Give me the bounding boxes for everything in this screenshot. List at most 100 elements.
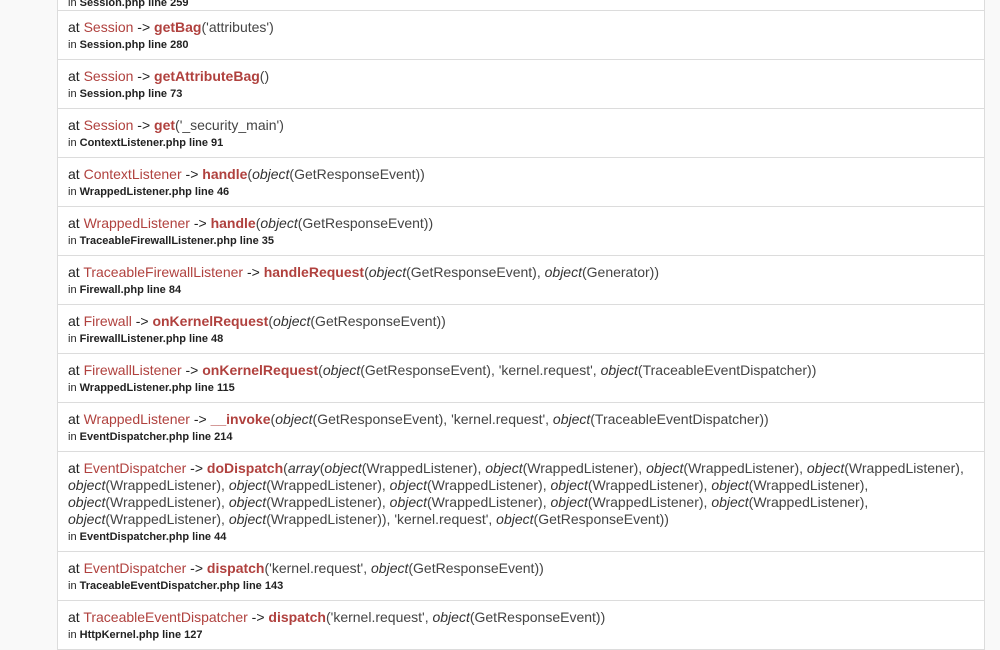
trace-frame-call: at EventDispatcher -> doDispatch(array(o… <box>68 460 974 528</box>
trace-frame-location: in EventDispatcher.php line 214 <box>68 430 974 444</box>
trace-file-line: Firewall.php line 84 <box>79 284 182 296</box>
trace-paren: ) <box>664 511 669 527</box>
trace-frame: at WrappedListener -> handle(object(GetR… <box>57 207 985 256</box>
trace-separator: , <box>221 494 229 510</box>
trace-arg-class: (WrappedListener) <box>427 477 543 493</box>
trace-at-label: at <box>68 215 84 231</box>
trace-arg-type: object <box>711 477 749 493</box>
trace-arg-type: object <box>368 264 407 280</box>
trace-at-label: at <box>68 411 84 427</box>
trace-arg-class: (WrappedListener) <box>683 460 800 476</box>
trace-arg-type: object <box>228 494 267 510</box>
trace-frame-location: in FirewallListener.php line 48 <box>68 332 974 346</box>
trace-in-label: in <box>68 284 80 296</box>
trace-class-name: Firewall <box>83 313 132 329</box>
trace-arg-type: object <box>389 477 428 493</box>
trace-separator: , <box>488 511 497 527</box>
trace-frame: at TraceableEventDispatcher -> dispatch (… <box>57 601 985 650</box>
trace-class-name: Session <box>83 68 134 84</box>
trace-file-line: WrappedListener.php line 115 <box>79 382 235 394</box>
trace-separator: , <box>381 477 390 493</box>
trace-arg-type: object <box>432 609 470 625</box>
trace-frame: at EventDispatcher -> dispatch('kernel.r… <box>57 552 985 601</box>
trace-arg-type: object <box>252 166 290 182</box>
trace-arrow: -> <box>133 19 155 35</box>
trace-arg-class: (WrappedListener) <box>266 494 382 510</box>
trace-frame-call: at TraceableFirewallListener -> handleRe… <box>68 264 974 281</box>
trace-frame-location: in Session.php line 259 <box>68 0 974 10</box>
trace-at-label: at <box>68 460 84 476</box>
trace-frame-call: at Session -> get('_security_main') <box>68 117 974 134</box>
trace-arg-class: (GetResponseEvent) <box>297 215 429 231</box>
trace-arrow: -> <box>186 560 207 576</box>
trace-frame: at Session -> getAttributeBag() in Sessio… <box>57 60 985 109</box>
trace-class-name: EventDispatcher <box>83 460 187 476</box>
trace-in-label: in <box>68 39 80 51</box>
trace-separator: , <box>959 460 964 476</box>
trace-at-label: at <box>68 117 84 133</box>
trace-arg-type: object <box>273 313 311 329</box>
trace-arg-type: object <box>544 264 582 280</box>
trace-separator: , <box>490 362 499 378</box>
trace-arg-class: (WrappedListener) <box>266 477 382 493</box>
trace-arg-class: (WrappedListener) <box>522 460 639 476</box>
trace-method-name: __invoke <box>210 411 271 427</box>
trace-separator: , <box>638 460 647 476</box>
trace-frame: at Firewall -> onKernelRequest(object(Ge… <box>57 305 985 354</box>
trace-frame-location: in TraceableFirewallListener.php line 35 <box>68 234 974 248</box>
trace-frame-location: in WrappedListener.php line 115 <box>68 381 974 395</box>
trace-arrow: -> <box>181 362 203 378</box>
trace-separator: , <box>443 411 452 427</box>
trace-class-name: FirewallListener <box>83 362 182 378</box>
trace-arg-class: (TraceableEventDispatcher) <box>590 411 765 427</box>
trace-paren: ) <box>269 19 274 35</box>
trace-arg-type: object <box>550 494 588 510</box>
trace-file-line: HttpKernel.php line 127 <box>79 629 203 641</box>
trace-separator: , <box>864 477 869 493</box>
trace-file-line: WrappedListener.php line 46 <box>79 186 230 198</box>
trace-frame: at WrappedListener -> __invoke(object(Ge… <box>57 403 985 452</box>
trace-paren: ) <box>811 362 817 378</box>
trace-at-label: at <box>68 166 84 182</box>
trace-arg-class: (GetResponseEvent) <box>312 411 444 427</box>
trace-file-line: Session.php line 280 <box>79 39 189 51</box>
trace-arg-class: (WrappedListener) <box>587 494 704 510</box>
trace-arg-literal: 'kernel.request' <box>394 511 489 527</box>
trace-frame-partial: in Session.php line 259 <box>57 0 985 11</box>
trace-arrow: -> <box>186 460 207 476</box>
trace-paren: ) <box>654 264 660 280</box>
trace-method-name: getAttributeBag <box>154 68 260 84</box>
trace-arg-literal: 'kernel.request' <box>269 560 364 576</box>
trace-arg-type: object <box>806 460 845 476</box>
trace-file-line: ContextListener.php line 91 <box>79 137 224 149</box>
trace-arrow: -> <box>131 313 153 329</box>
trace-method-name: onKernelRequest <box>202 362 319 378</box>
trace-separator: , <box>381 494 390 510</box>
trace-at-label: at <box>68 560 84 576</box>
trace-arg-type: object <box>600 362 638 378</box>
trace-frame-location: in WrappedListener.php line 46 <box>68 185 974 199</box>
trace-arrow: -> <box>247 609 269 625</box>
trace-arg-class: (GetResponseEvent) <box>408 560 540 576</box>
trace-frame-call: at TraceableEventDispatcher -> dispatch (… <box>68 609 974 626</box>
trace-arg-class: (GetResponseEvent) <box>406 264 537 280</box>
trace-arg-literal: 'attributes' <box>206 19 270 35</box>
trace-arg-type: object <box>68 494 106 510</box>
trace-arg-literal: '_security_main' <box>179 117 280 133</box>
trace-file-line: FirewallListener.php line 48 <box>79 333 224 345</box>
trace-arg-class: (WrappedListener) <box>105 494 222 510</box>
trace-method-name: getBag <box>154 19 202 35</box>
trace-paren: ) <box>279 117 284 133</box>
trace-arrow: -> <box>189 411 211 427</box>
trace-class-name: Session <box>83 117 134 133</box>
trace-arg-literal: 'kernel.request' <box>330 609 425 625</box>
trace-separator: , <box>221 511 229 527</box>
trace-frame-list: at Session -> getBag('attributes') in Ses… <box>57 11 985 650</box>
trace-class-name: TraceableEventDispatcher <box>83 609 248 625</box>
trace-arg-type: object <box>496 511 534 527</box>
trace-paren: ) <box>764 411 769 427</box>
trace-at-label: at <box>68 19 84 35</box>
trace-arg-type: object <box>228 477 267 493</box>
trace-method-name: dispatch <box>206 560 265 576</box>
trace-file-line: EventDispatcher.php line 44 <box>79 531 227 543</box>
